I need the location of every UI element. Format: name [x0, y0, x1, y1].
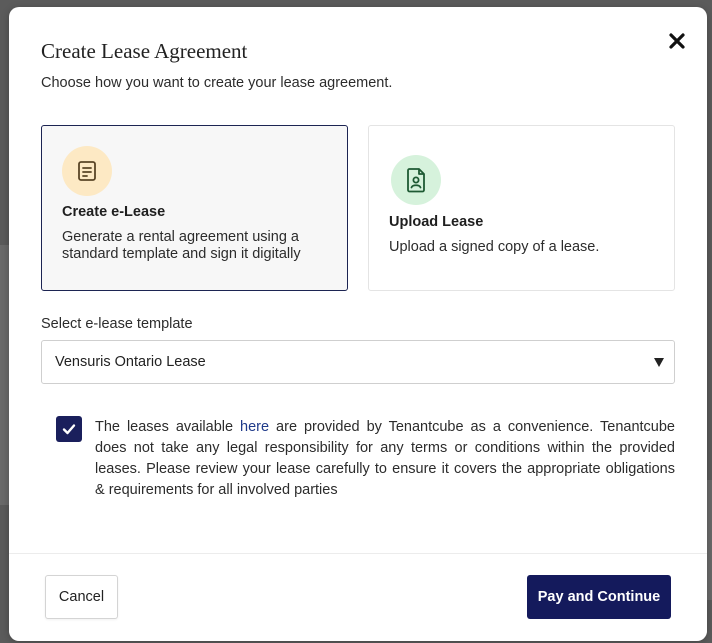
- option-title: Upload Lease: [389, 214, 484, 230]
- close-button[interactable]: [665, 29, 689, 53]
- template-select-label: Select e-lease template: [41, 316, 193, 332]
- option-card-create-elease[interactable]: Create e-Lease Generate a rental agreeme…: [41, 125, 348, 291]
- cancel-button[interactable]: Cancel: [45, 575, 118, 619]
- create-lease-modal: Create Lease Agreement Choose how you wa…: [9, 7, 707, 641]
- disclaimer-text: The leases available here are provided b…: [95, 417, 675, 501]
- document-list-icon: [62, 146, 112, 196]
- caret-down-icon: [654, 358, 664, 367]
- leases-here-link[interactable]: here: [240, 419, 269, 435]
- document-person-icon: [391, 155, 441, 205]
- template-select-value: Vensuris Ontario Lease: [55, 354, 206, 370]
- option-title: Create e-Lease: [62, 204, 166, 220]
- option-description: Generate a rental agreement using a stan…: [62, 229, 301, 262]
- checkmark-icon: [62, 424, 76, 435]
- option-description: Upload a signed copy of a lease.: [389, 239, 600, 255]
- modal-footer: Cancel Pay and Continue: [9, 553, 707, 641]
- template-select[interactable]: Vensuris Ontario Lease: [41, 340, 675, 384]
- modal-title: Create Lease Agreement: [41, 39, 248, 63]
- close-x-icon: [669, 33, 685, 49]
- disclaimer-text-before: The leases available: [95, 419, 241, 435]
- pay-and-continue-button[interactable]: Pay and Continue: [527, 575, 671, 619]
- option-card-upload-lease[interactable]: Upload Lease Upload a signed copy of a l…: [368, 125, 675, 291]
- disclaimer-checkbox[interactable]: [56, 416, 82, 442]
- modal-subtitle: Choose how you want to create your lease…: [41, 75, 393, 91]
